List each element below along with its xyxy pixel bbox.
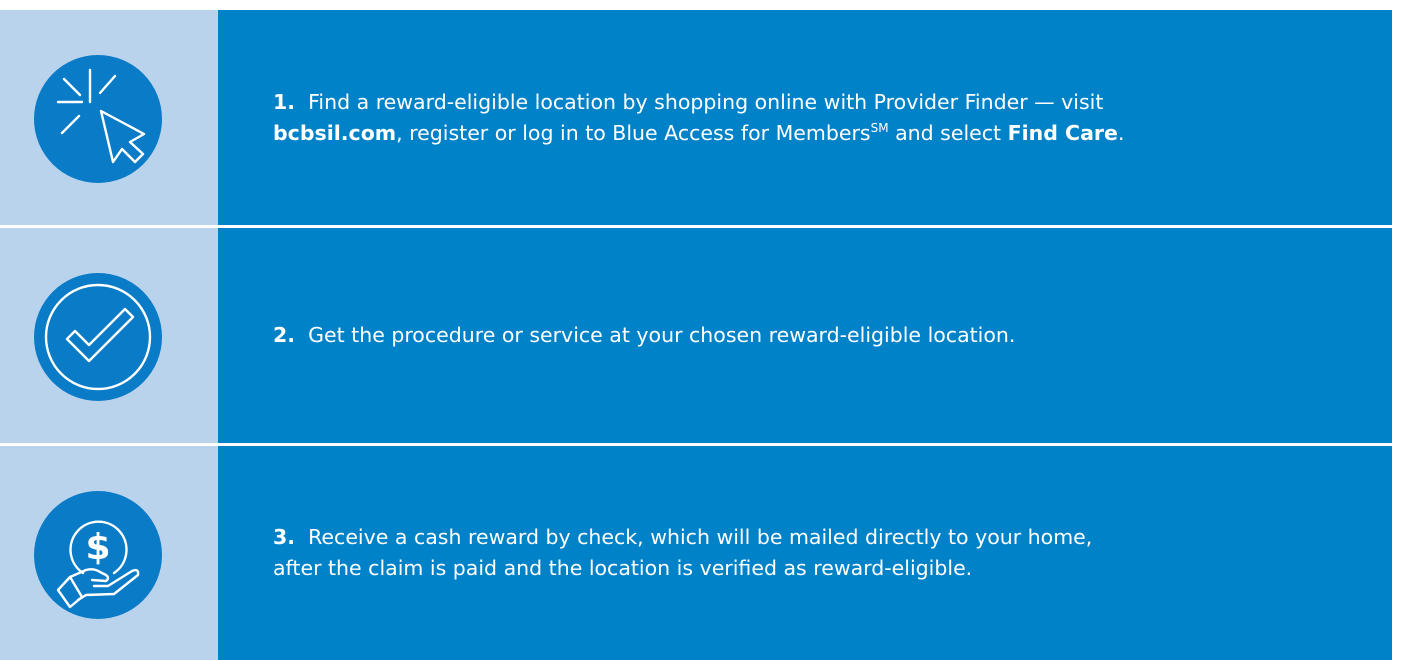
bcbsil-link: bcbsil.com xyxy=(273,120,397,145)
step-3-text-line-1: Receive a cash reward by check, which wi… xyxy=(308,525,1093,549)
step-3-icon-panel: $ xyxy=(0,446,218,660)
step-1-icon-panel xyxy=(0,10,218,225)
step-2-icon-circle xyxy=(34,273,162,401)
step-1-text: 1. Find a reward-eligible location by sh… xyxy=(273,87,1124,149)
step-1-text-part-3: and select xyxy=(888,120,1008,145)
cursor-click-icon xyxy=(56,68,146,164)
service-mark: SM xyxy=(870,120,889,135)
step-3-text-line-2: after the claim is paid and the location… xyxy=(273,556,973,580)
step-1-icon-circle xyxy=(34,55,162,183)
step-2-icon-panel xyxy=(0,228,218,443)
checkmark-circle-icon xyxy=(44,283,152,391)
step-number: 3. xyxy=(273,525,296,549)
step-3-text: 3. Receive a cash reward by check, which… xyxy=(273,522,1092,584)
step-2: 2. Get the procedure or service at your … xyxy=(0,228,1392,443)
step-1-text-part-4: . xyxy=(1117,120,1125,145)
step-2-text-panel: 2. Get the procedure or service at your … xyxy=(218,228,1392,443)
step-1-text-panel: 1. Find a reward-eligible location by sh… xyxy=(218,10,1392,225)
step-3-text-panel: 3. Receive a cash reward by check, which… xyxy=(218,446,1392,660)
step-3: $ 3. Receive a cash reward by check, whi… xyxy=(0,446,1392,660)
svg-text:$: $ xyxy=(85,527,110,568)
step-number: 2. xyxy=(273,323,296,347)
step-1-text-part-1: Find a reward-eligible location by shopp… xyxy=(308,89,1104,114)
step-2-text-body: Get the procedure or service at your cho… xyxy=(308,323,1016,347)
step-1-text-part-2: , register or log in to Blue Access for … xyxy=(396,120,871,145)
find-care-link: Find Care xyxy=(1007,120,1118,145)
step-2-text: 2. Get the procedure or service at your … xyxy=(273,320,1015,351)
step-number: 1. xyxy=(273,89,296,114)
dollar-hand-icon: $ xyxy=(56,520,140,609)
step-1: 1. Find a reward-eligible location by sh… xyxy=(0,10,1392,225)
step-3-icon-circle: $ xyxy=(34,491,162,619)
steps-list: 1. Find a reward-eligible location by sh… xyxy=(0,10,1392,660)
